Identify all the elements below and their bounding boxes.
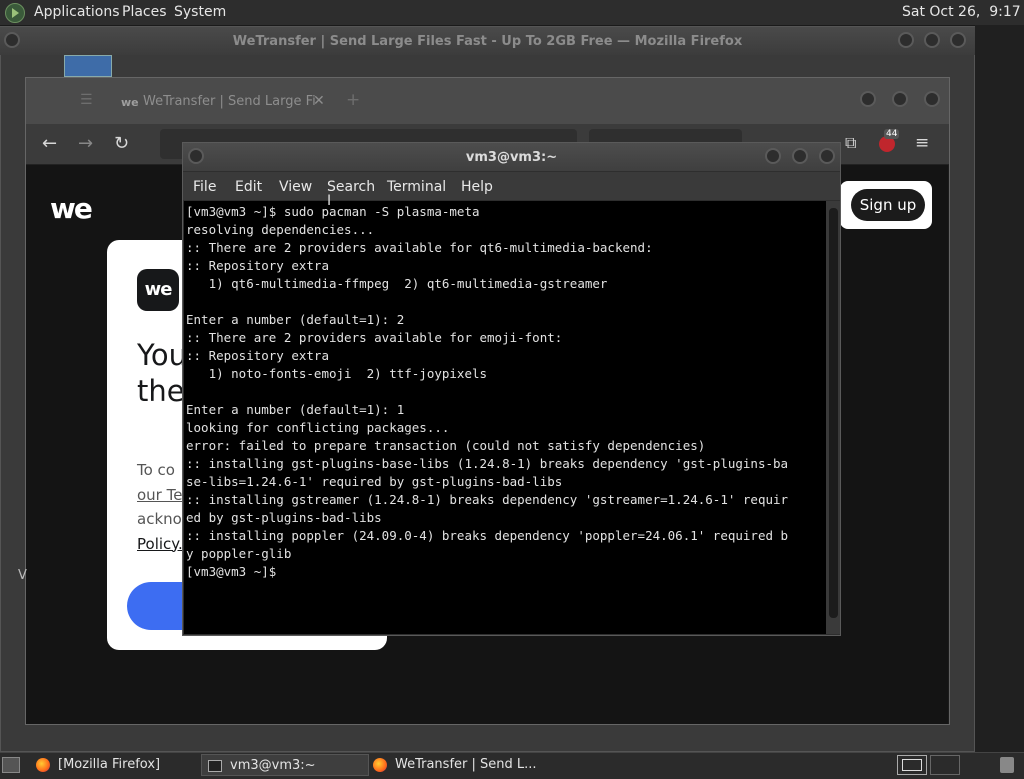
close-icon[interactable] [950, 32, 966, 48]
side-text: V [18, 568, 27, 583]
hamburger-menu-icon[interactable]: ≡ [915, 133, 929, 153]
reload-icon[interactable]: ↻ [114, 133, 129, 154]
terminal-output[interactable]: [vm3@vm3 ~]$ sudo pacman -S plasma-meta … [186, 203, 826, 581]
extension-badge: 44 [884, 129, 900, 139]
firefox-icon [373, 757, 387, 772]
minimize-icon[interactable] [898, 32, 914, 48]
firefox-icon [36, 757, 50, 772]
taskbar-item-wetransfer[interactable]: WeTransfer | Send L... [373, 754, 543, 776]
tab-label: WeTransfer | Send Large Fi [143, 94, 316, 109]
workspace-switcher-1[interactable] [897, 755, 927, 775]
wetransfer-logo[interactable]: we [50, 192, 93, 225]
new-tab-icon[interactable]: + [346, 90, 360, 110]
taskbar-item-label: [Mozilla Firefox] [58, 757, 161, 772]
card-heading-line: You [137, 338, 187, 372]
ff-minimize-icon[interactable] [860, 91, 876, 107]
outer-window-title: WeTransfer | Send Large Files Fast - Up … [232, 34, 743, 49]
desktop-thumbnail [64, 55, 112, 77]
trash-icon[interactable] [1000, 757, 1014, 773]
menu-applications[interactable]: Applications [34, 4, 120, 20]
card-logo: we [137, 269, 179, 311]
terminal-close-icon[interactable] [819, 148, 835, 164]
terminal-maximize-icon[interactable] [792, 148, 808, 164]
show-desktop-icon[interactable] [2, 757, 20, 773]
terminal-menu-terminal[interactable]: Terminal [387, 179, 446, 195]
clock[interactable]: Sat Oct 26, 9:17 PM [902, 4, 1024, 20]
terminal-menu-file[interactable]: File [193, 179, 216, 195]
card-body: To co our Te ackno Policy. [137, 458, 183, 556]
terminal-menu-search[interactable]: Search [327, 179, 375, 195]
card-heading-line: the [137, 374, 185, 408]
card-body-line: To co [137, 461, 175, 479]
workspace-switcher-2[interactable] [930, 755, 960, 775]
desktop-background [975, 25, 1024, 752]
text-cursor-icon: I [327, 193, 331, 209]
list-all-tabs-icon[interactable]: ☰ [80, 92, 93, 108]
menu-places[interactable]: Places [122, 4, 167, 20]
ff-maximize-icon[interactable] [892, 91, 908, 107]
terminal-menu-view[interactable]: View [279, 179, 312, 195]
maximize-icon[interactable] [924, 32, 940, 48]
menu-system[interactable]: System [174, 4, 226, 20]
forward-icon[interactable]: → [78, 133, 93, 154]
signup-button[interactable]: Sign up [851, 189, 925, 221]
terminal-scrollbar-thumb[interactable] [829, 208, 838, 618]
terminal-minimize-icon[interactable] [765, 148, 781, 164]
terminal-menu-help[interactable]: Help [461, 179, 493, 195]
tab-close-icon[interactable]: ✕ [313, 93, 325, 109]
terminal-title: vm3@vm3:~ [465, 150, 558, 165]
card-body-line[interactable]: our Te [137, 486, 182, 504]
ff-close-icon[interactable] [924, 91, 940, 107]
taskbar-item-mozilla-firefox[interactable]: [Mozilla Firefox] [36, 754, 196, 776]
taskbar-item-label: vm3@vm3:~ [230, 758, 316, 773]
taskbar-item-terminal[interactable]: vm3@vm3:~ [201, 754, 369, 776]
privacy-policy-link[interactable]: Policy. [137, 535, 183, 553]
card-heading: You the [137, 337, 187, 409]
extensions-icon[interactable]: ⧉ [845, 133, 856, 153]
tab-favicon-icon: we [121, 96, 139, 109]
back-icon[interactable]: ← [42, 133, 57, 154]
taskbar-item-label: WeTransfer | Send L... [395, 757, 537, 772]
terminal-menu-edit[interactable]: Edit [235, 179, 262, 195]
gnome-foot-icon[interactable] [5, 3, 25, 23]
card-body-line: ackno [137, 510, 182, 528]
terminal-icon [208, 759, 222, 772]
